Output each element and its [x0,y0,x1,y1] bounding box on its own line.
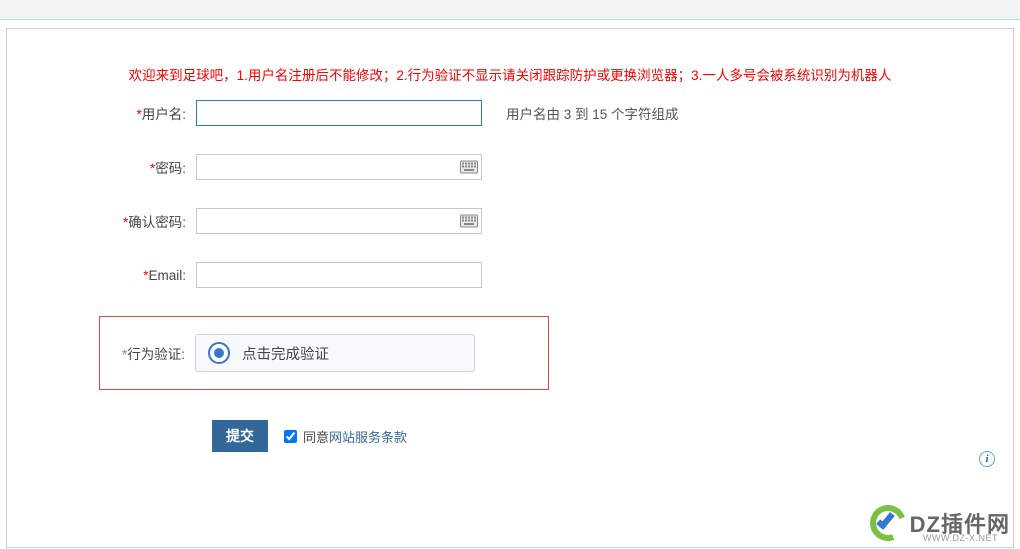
watermark-sub: WWW.DZ-X.NET [923,533,998,543]
email-input[interactable] [196,262,482,288]
label-password: *密码: [51,157,196,177]
header-bar [0,0,1020,20]
terms-link[interactable]: 网站服务条款 [329,430,407,445]
agree-checkbox[interactable] [284,430,297,443]
notice-text: 欢迎来到足球吧，1.用户名注册后不能修改；2.行为验证不显示请关闭跟踪防护或更换… [7,29,1013,100]
captcha-text: 点击完成验证 [242,343,329,364]
label-verify: *行为验证: [100,343,195,363]
password-input[interactable] [196,154,482,180]
row-password: *密码: [7,154,1013,180]
submit-row: 提交 同意网站服务条款 [7,420,1013,452]
username-input[interactable] [196,100,482,126]
label-email: *Email: [51,268,196,283]
info-icon[interactable]: i [979,451,995,467]
row-username: *用户名: 用户名由 3 到 15 个字符组成 [7,100,1013,126]
label-username: *用户名: [51,103,196,123]
row-email: *Email: [7,262,1013,288]
submit-button[interactable]: 提交 [212,420,268,452]
registration-form: 欢迎来到足球吧，1.用户名注册后不能修改；2.行为验证不显示请关闭跟踪防护或更换… [6,28,1014,548]
confirm-password-input[interactable] [196,208,482,234]
verify-box: *行为验证: 点击完成验证 [99,316,549,390]
watermark-logo-icon [870,505,906,541]
row-confirm-password: *确认密码: [7,208,1013,234]
captcha-button[interactable]: 点击完成验证 [195,334,475,372]
agree-label: 同意网站服务条款 [303,427,407,446]
watermark: DZ插件网 WWW.DZ-X.NET [870,505,1010,541]
label-confirm: *确认密码: [51,211,196,231]
username-hint: 用户名由 3 到 15 个字符组成 [486,103,679,123]
captcha-radio-icon [208,342,230,364]
